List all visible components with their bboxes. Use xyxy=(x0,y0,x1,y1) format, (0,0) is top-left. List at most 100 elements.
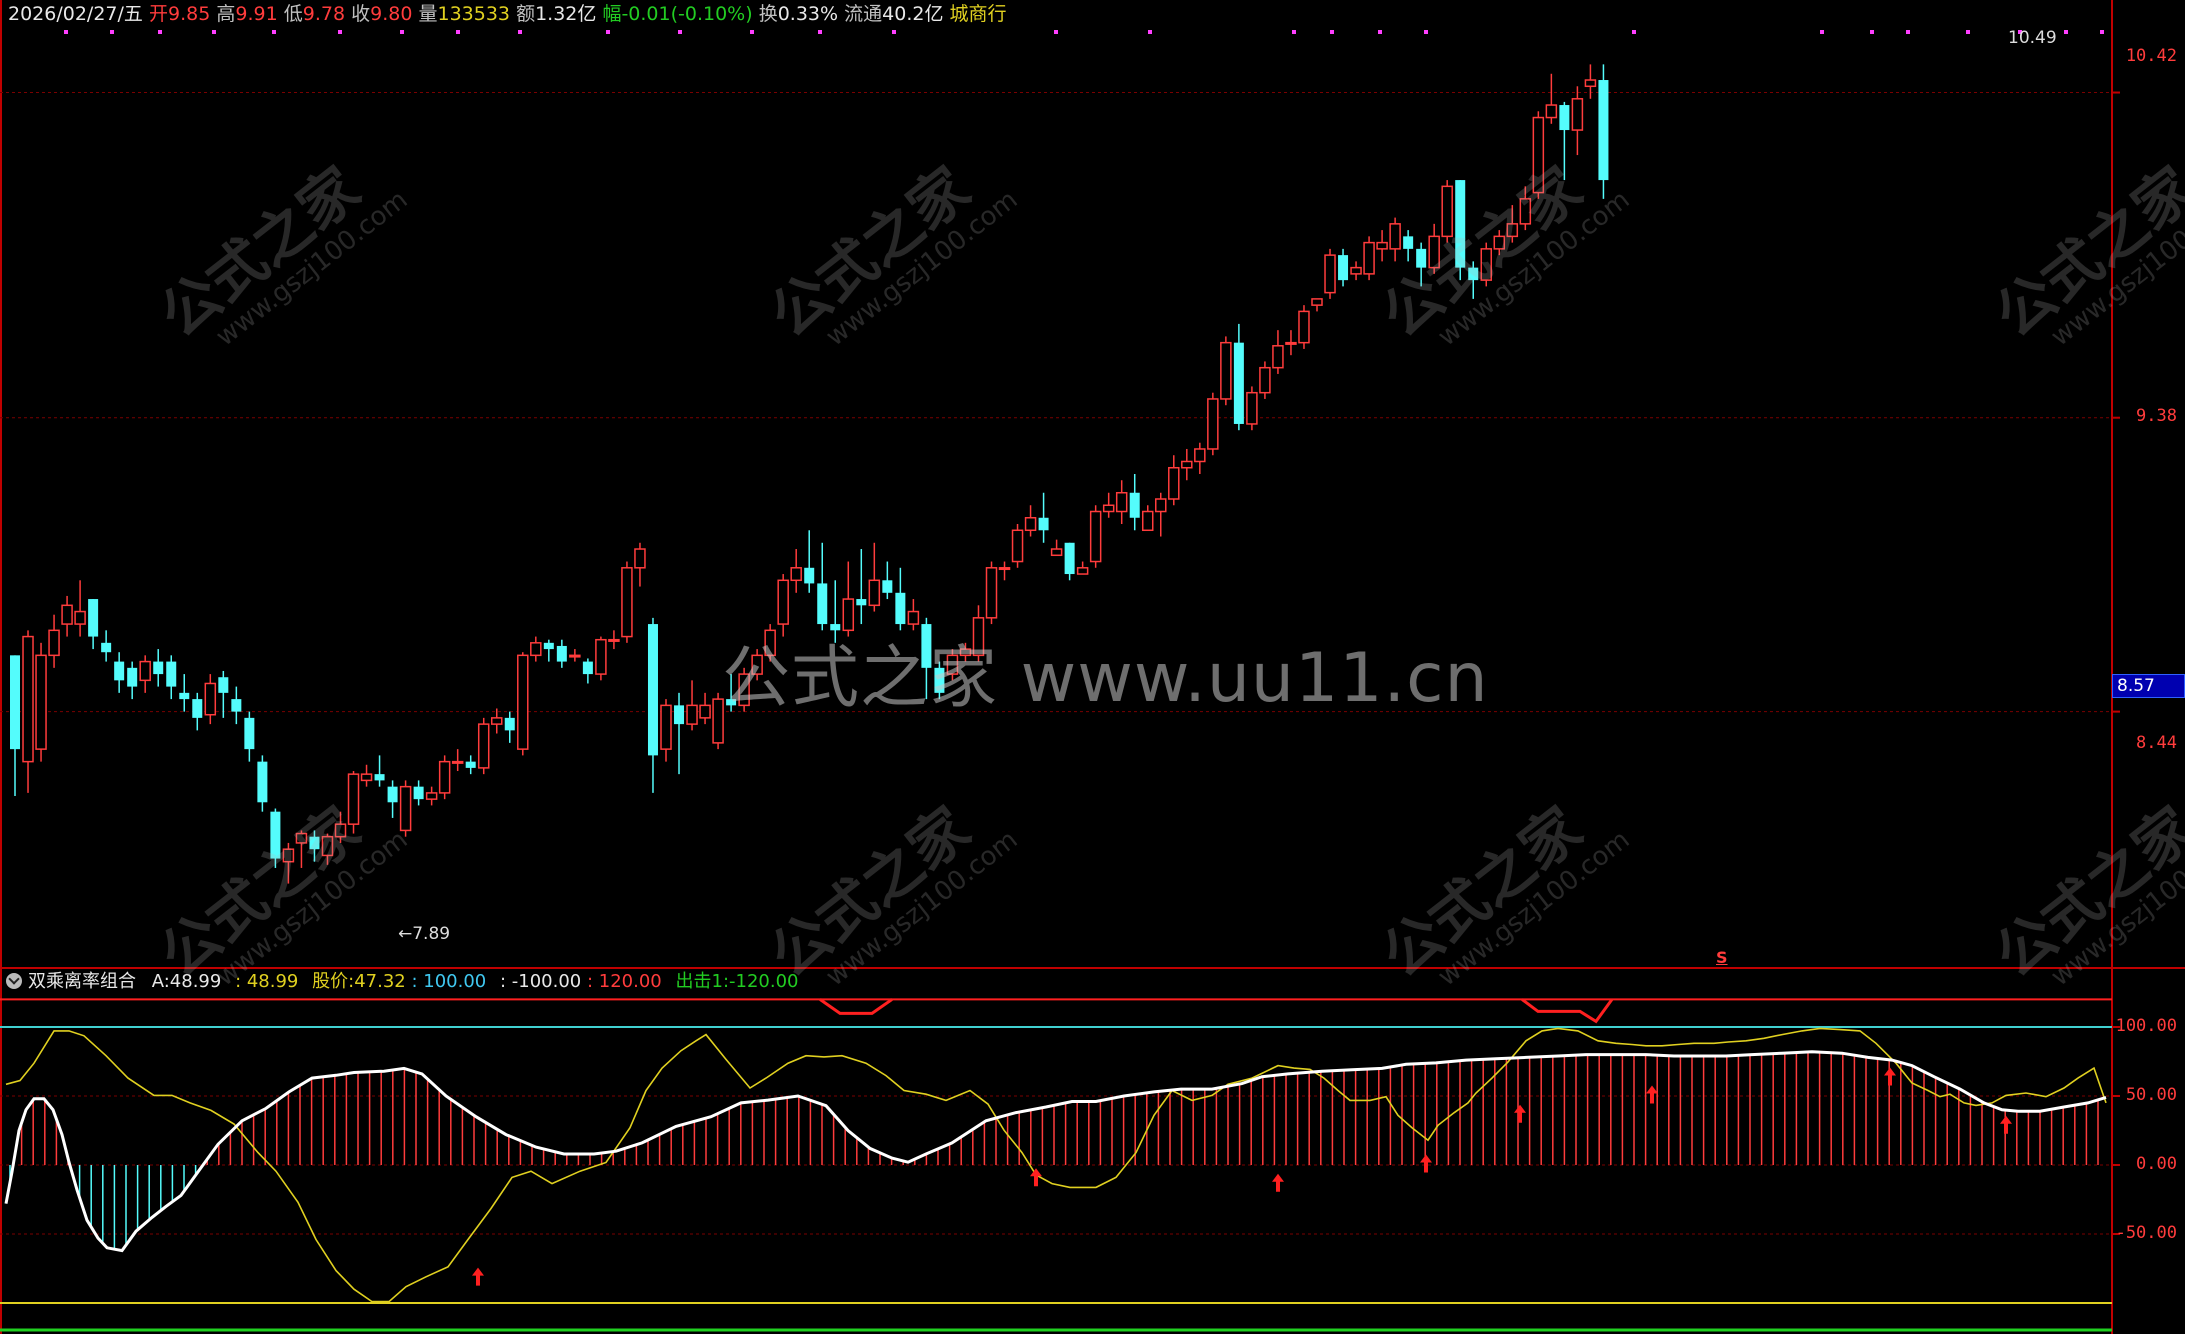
info-high-label: 高 xyxy=(216,3,236,25)
top-marker-dot-9 xyxy=(606,30,610,34)
candle-body-94 xyxy=(1233,342,1244,424)
candle-body-35 xyxy=(465,761,476,768)
info-sector[interactable]: 城商行 xyxy=(950,3,1007,25)
candle-body-19 xyxy=(257,761,268,803)
buy-arrow-icon-6 xyxy=(1884,1067,1896,1086)
candle-body-118 xyxy=(1545,104,1558,119)
candle-body-4 xyxy=(61,604,73,625)
indicator-price-value: 47.32 xyxy=(354,971,406,992)
top-marker-dot-6 xyxy=(400,30,404,34)
candle-body-120 xyxy=(1571,98,1584,131)
price-axis-label-2: 9.38 xyxy=(2136,406,2177,426)
indicator-menu-icon[interactable] xyxy=(6,973,22,989)
info-low-label: 低 xyxy=(283,3,303,25)
top-marker-dot-23 xyxy=(1906,30,1910,34)
candle-body-119 xyxy=(1559,105,1570,131)
buy-arrow-icon-3 xyxy=(1420,1154,1432,1173)
info-amount: 1.32亿 xyxy=(535,3,597,25)
candle-body-102 xyxy=(1338,255,1349,281)
candle-body-88 xyxy=(1155,498,1167,513)
top-marker-dot-10 xyxy=(678,30,682,34)
candle-body-32 xyxy=(425,792,438,800)
top-marker-dot-16 xyxy=(1292,30,1296,34)
candle-body-34 xyxy=(451,760,464,764)
info-date: 2026/02/27/五 xyxy=(8,3,143,25)
candle-body-60 xyxy=(790,567,802,582)
indicator-v120: : 120.00 xyxy=(586,971,662,992)
candle-body-79 xyxy=(1038,517,1049,531)
candle-body-121 xyxy=(1584,79,1597,88)
top-marker-dot-8 xyxy=(518,30,522,34)
candle-body-11 xyxy=(153,661,164,675)
price-axis-label-3: 8.44 xyxy=(2136,733,2177,753)
price-axis-label-1: 10.42 xyxy=(2125,46,2177,66)
candle-body-9 xyxy=(127,667,138,687)
info-float-label: 流通 xyxy=(844,3,883,25)
candle-body-53 xyxy=(699,704,711,719)
candle-body-82 xyxy=(1076,567,1089,575)
candle-body-78 xyxy=(1024,517,1037,532)
candle-body-96 xyxy=(1259,366,1271,394)
top-marker-dot-22 xyxy=(1870,30,1874,34)
info-float: 40.2亿 xyxy=(882,3,944,25)
candle-body-68 xyxy=(895,592,906,625)
candle-body-91 xyxy=(1194,448,1206,463)
buy-arrow-icon-0 xyxy=(472,1267,484,1286)
candle-body-106 xyxy=(1389,223,1401,250)
info-volume-label: 量 xyxy=(418,3,438,25)
candle-body-7 xyxy=(101,642,112,653)
indicator-axis-label-0: 0.00 xyxy=(2136,1154,2177,1174)
indicator-price-label: 股价: xyxy=(312,971,355,992)
candle-body-27 xyxy=(360,773,373,782)
indicator-axis-label-neg50: -50.00 xyxy=(2115,1223,2177,1243)
candle-body-42 xyxy=(556,645,567,662)
top-marker-dot-13 xyxy=(892,30,896,34)
info-open: 9.85 xyxy=(167,3,211,25)
center-watermark: 公式之家 www.uu11.cn xyxy=(722,639,1489,718)
s-signal-mark: S xyxy=(1716,948,1728,967)
candle-body-28 xyxy=(374,774,385,781)
info-close: 9.80 xyxy=(370,3,413,25)
info-turnover-label: 换 xyxy=(758,3,778,25)
candle-body-47 xyxy=(621,567,633,638)
indicator-name[interactable]: 双乘离率组合 xyxy=(28,971,136,992)
info-low: 9.78 xyxy=(302,3,346,25)
top-marker-dot-1 xyxy=(110,30,114,34)
indicator-title-bar: 双乘离率组合 A:48.99 : 48.99 股价:47.32 : 100.00… xyxy=(6,968,799,996)
candle-body-45 xyxy=(595,638,607,675)
candle-body-0 xyxy=(10,655,20,750)
info-bar: 2026/02/27/五 开9.85 高9.91 低9.78 收9.80 量13… xyxy=(8,0,1007,28)
top-marker-dot-21 xyxy=(1820,30,1824,34)
buy-arrow-icon-4 xyxy=(1514,1104,1526,1123)
current-price-tag: 8.57 xyxy=(2112,674,2185,698)
candle-body-18 xyxy=(244,717,255,750)
top-marker-dot-26 xyxy=(2064,30,2068,34)
indicator-axis-label-50: 50.00 xyxy=(2125,1085,2177,1105)
candle-body-51 xyxy=(674,705,685,725)
top-marker-dot-3 xyxy=(212,30,216,34)
candle-body-30 xyxy=(399,785,412,832)
top-marker-dot-5 xyxy=(338,30,342,34)
candle-body-100 xyxy=(1311,298,1323,306)
signal-dip-1 xyxy=(819,998,893,1015)
candle-body-84 xyxy=(1102,504,1115,513)
candle-body-101 xyxy=(1324,254,1336,294)
candle-body-2 xyxy=(35,654,47,750)
candle-body-3 xyxy=(48,629,60,657)
candle-body-80 xyxy=(1050,548,1063,557)
candle-body-105 xyxy=(1376,241,1388,250)
divergence-rate-curve xyxy=(4,1050,2107,1253)
candle-body-85 xyxy=(1115,491,1128,513)
candle-body-41 xyxy=(543,642,554,650)
candle-body-10 xyxy=(139,660,151,682)
candle-body-103 xyxy=(1350,266,1362,275)
top-marker-dot-24 xyxy=(1966,30,1970,34)
candle-body-61 xyxy=(804,567,815,584)
top-marker-dot-27 xyxy=(2100,30,2104,34)
indicator-v100: : 100.00 xyxy=(411,971,487,992)
top-marker-dot-4 xyxy=(272,30,276,34)
candle-body-75 xyxy=(985,567,998,619)
candle-body-33 xyxy=(438,760,451,794)
candle-body-48 xyxy=(634,548,646,569)
info-high: 9.91 xyxy=(235,3,278,25)
